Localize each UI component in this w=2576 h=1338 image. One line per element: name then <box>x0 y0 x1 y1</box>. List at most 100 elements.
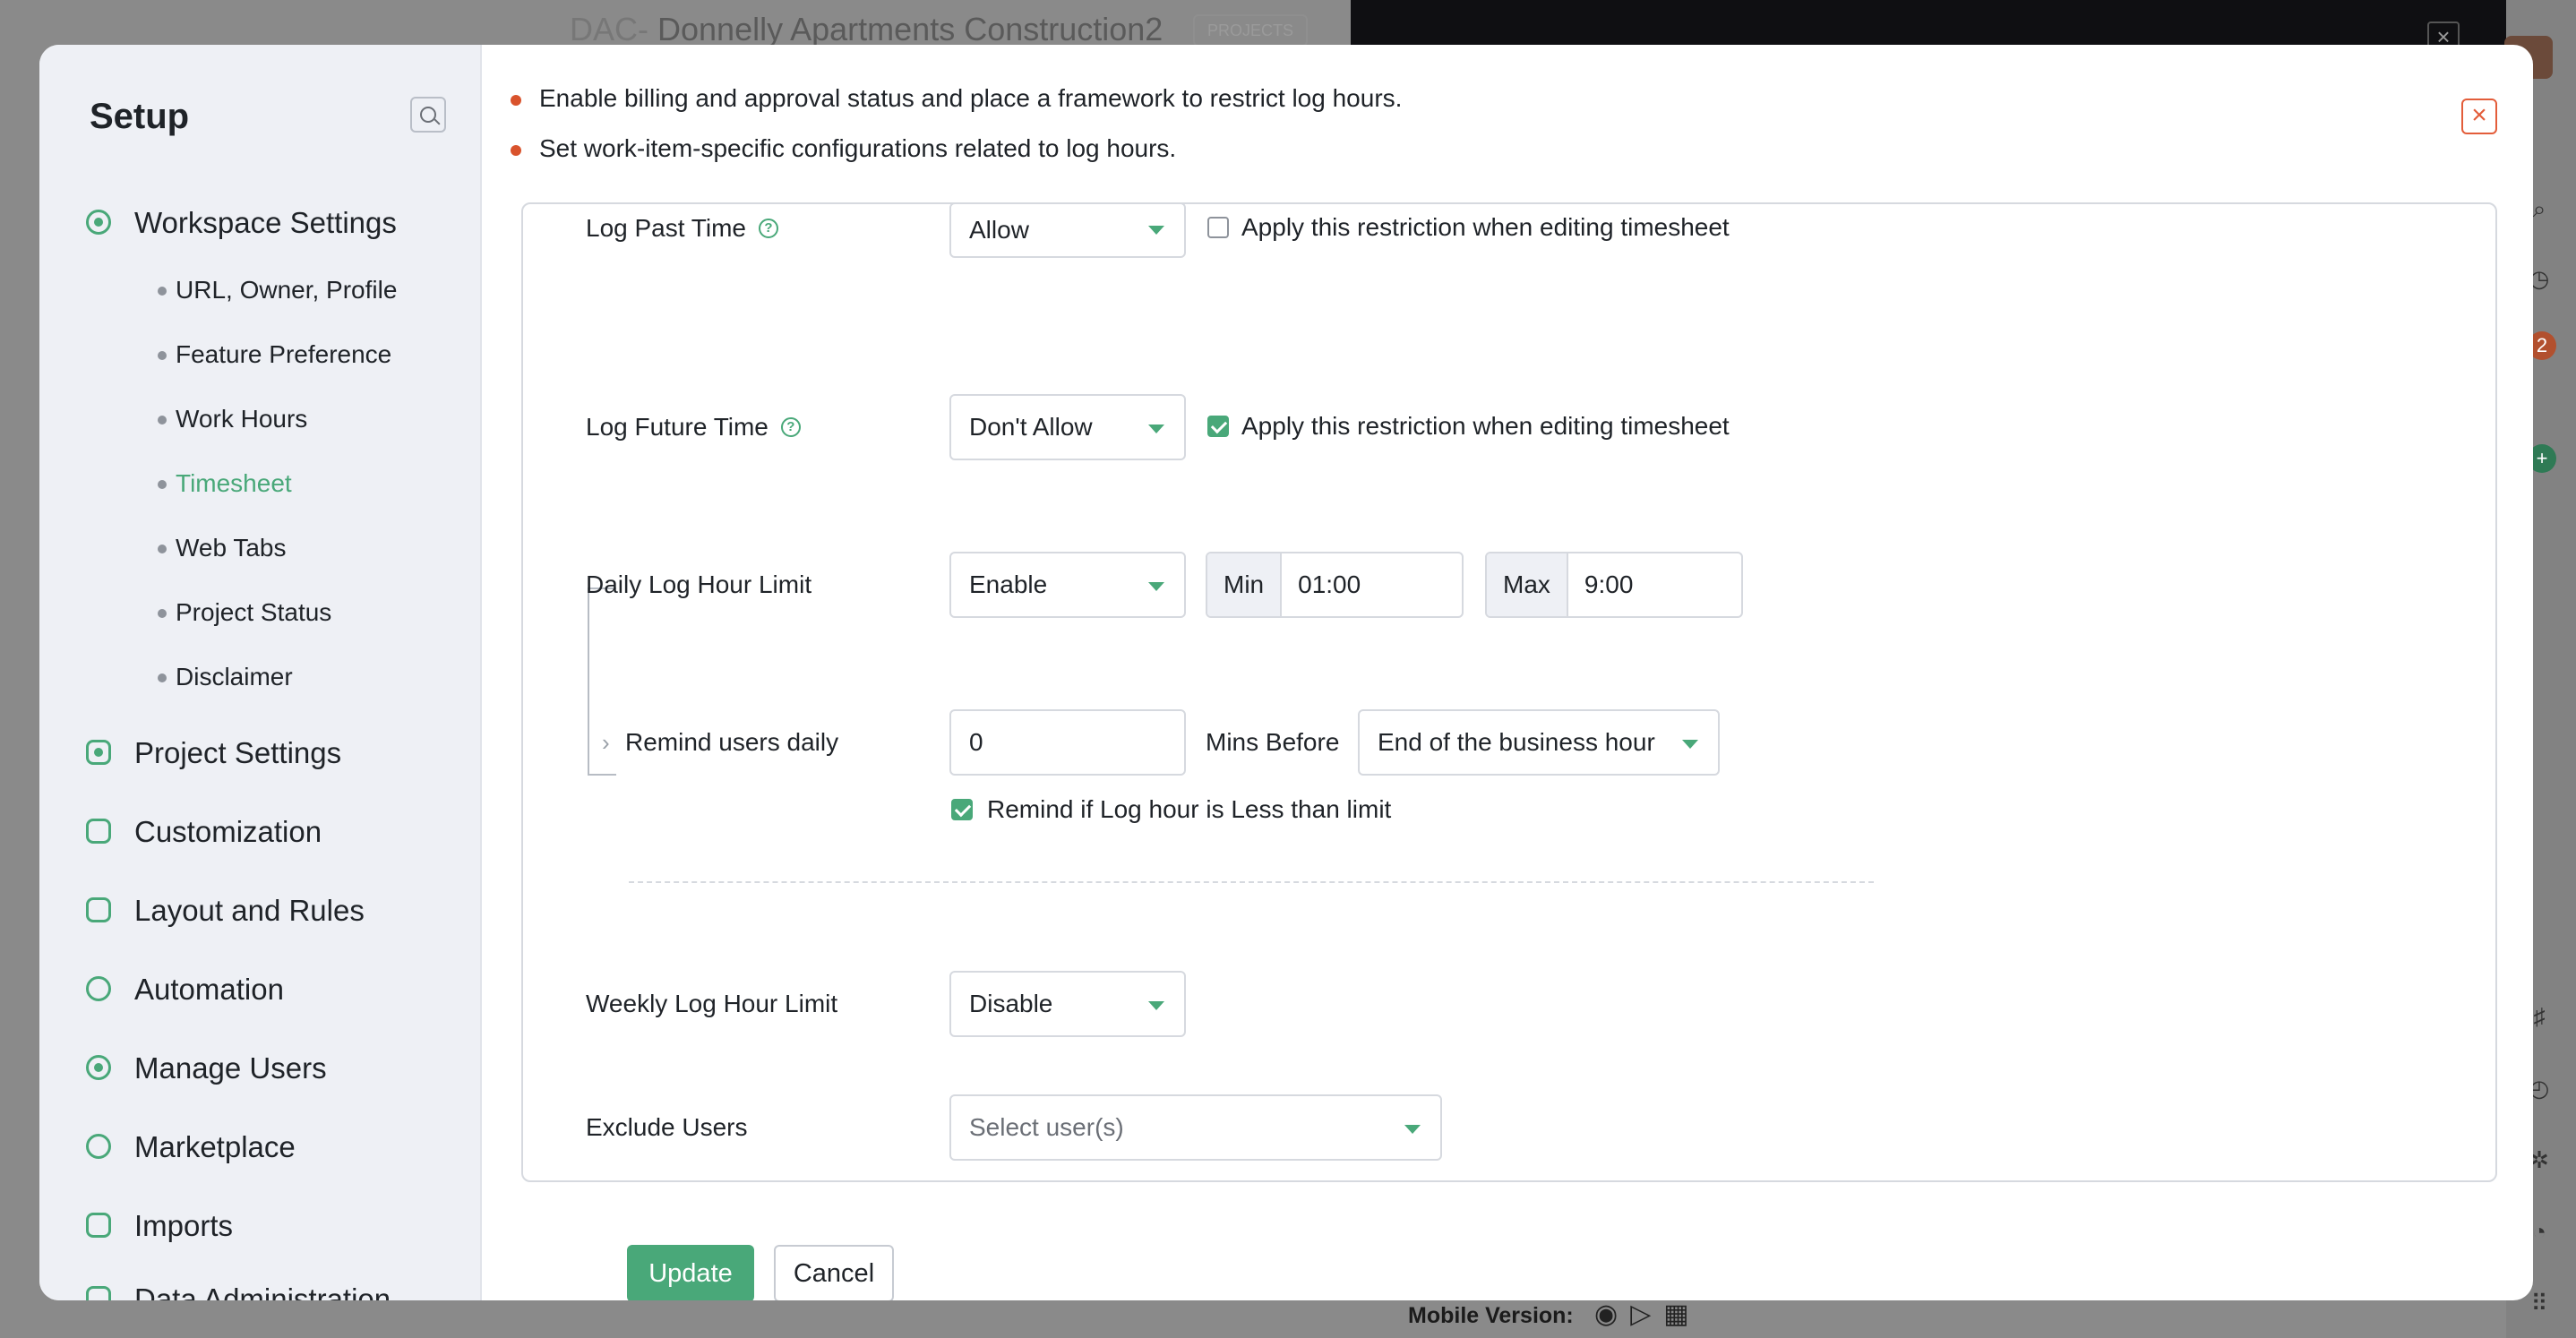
remind-less-than-limit-checkbox[interactable] <box>951 799 973 820</box>
data-admin-icon <box>84 1284 115 1300</box>
sidebar-item-work-hours[interactable]: Work Hours <box>157 401 307 437</box>
log-future-time-text: Log Future Time <box>586 413 769 441</box>
projects-badge: PROJECTS <box>1193 14 1309 47</box>
sidebar-section-workspace-settings[interactable]: Workspace Settings <box>84 202 397 244</box>
sidebar-item-label: Timesheet <box>176 469 292 497</box>
sidebar-section-manage-users[interactable]: Manage Users <box>84 1048 327 1089</box>
weekly-log-hour-limit-label: Weekly Log Hour Limit <box>586 990 838 1017</box>
setup-sidebar: Setup Workspace Settings URL, Owner, Pro… <box>39 45 482 1300</box>
help-icon[interactable]: ? <box>780 417 801 437</box>
timesheet-settings-panel <box>521 202 2497 1182</box>
log-future-time-restriction-checkbox[interactable] <box>1207 416 1229 437</box>
sidebar-item-feature-preference[interactable]: Feature Preference <box>157 337 392 373</box>
sidebar-section-label: Workspace Settings <box>134 206 397 239</box>
cancel-button[interactable]: Cancel <box>774 1245 894 1300</box>
sidebar-section-imports[interactable]: Imports <box>84 1205 233 1247</box>
sidebar-item-label: Web Tabs <box>176 534 287 562</box>
log-future-time-select[interactable]: Don't Allow <box>949 394 1186 460</box>
min-value[interactable]: 01:00 <box>1282 553 1462 616</box>
chevron-down-icon <box>1148 1001 1164 1010</box>
select-value: Allow <box>969 216 1029 244</box>
sidebar-section-data-administration[interactable]: Data Administration <box>84 1279 391 1300</box>
remind-less-than-limit-label: Remind if Log hour is Less than limit <box>987 795 1392 823</box>
apple-icon: ◉ <box>1594 1299 1631 1329</box>
sidebar-item-url-owner-profile[interactable]: URL, Owner, Profile <box>157 272 398 308</box>
play-store-icon: ▷ <box>1630 1299 1664 1329</box>
sidebar-item-web-tabs[interactable]: Web Tabs <box>157 530 287 566</box>
remind-reference-select[interactable]: End of the business hour <box>1358 709 1720 776</box>
automation-icon <box>84 974 115 1005</box>
min-label: Min <box>1207 553 1283 616</box>
max-label: Max <box>1487 553 1568 616</box>
sidebar-item-label: URL, Owner, Profile <box>176 276 398 304</box>
mobile-version-label: Mobile Version: <box>1408 1303 1574 1328</box>
project-name: Donnelly Apartments Construction2 <box>657 11 1163 47</box>
qr-code-icon: ▦ <box>1663 1299 1702 1329</box>
sidebar-section-project-settings[interactable]: Project Settings <box>84 733 341 774</box>
select-placeholder: Select user(s) <box>969 1113 1124 1141</box>
sidebar-item-label: Feature Preference <box>176 340 392 368</box>
sidebar-section-label: Imports <box>134 1209 234 1242</box>
sidebar-section-label: Automation <box>134 973 284 1006</box>
sidebar-section-label: Data Administration <box>134 1282 391 1300</box>
sidebar-section-automation[interactable]: Automation <box>84 969 284 1010</box>
daily-log-hour-limit-label: Daily Log Hour Limit <box>586 570 812 598</box>
sidebar-section-label: Marketplace <box>134 1130 296 1163</box>
imports-icon <box>84 1211 115 1241</box>
close-icon[interactable]: × <box>2461 99 2497 134</box>
chevron-down-icon <box>1682 740 1698 749</box>
exclude-users-select[interactable]: Select user(s) <box>949 1094 1442 1161</box>
mobile-app-icons: ◉▷▦ <box>1594 1299 1702 1330</box>
remind-users-daily-label: Remind users daily <box>625 728 839 756</box>
help-icon[interactable]: ? <box>758 219 778 238</box>
daily-max-field[interactable]: Max 9:00 <box>1485 552 1743 618</box>
sidebar-search-icon[interactable] <box>410 97 446 133</box>
select-value: Disable <box>969 990 1053 1017</box>
select-value: Enable <box>969 570 1048 598</box>
marketplace-icon <box>84 1132 115 1162</box>
sidebar-item-timesheet[interactable]: Timesheet <box>158 466 292 502</box>
exclude-users-label: Exclude Users <box>586 1113 748 1141</box>
select-value: Don't Allow <box>969 413 1093 441</box>
chevron-right-icon: › <box>602 729 610 756</box>
sidebar-section-layout-and-rules[interactable]: Layout and Rules <box>84 890 365 931</box>
sidebar-section-label: Layout and Rules <box>134 894 365 927</box>
sidebar-section-customization[interactable]: Customization <box>84 811 322 853</box>
layout-rules-icon <box>84 896 115 926</box>
intro-bullet: Enable billing and approval status and p… <box>510 84 1403 112</box>
log-past-time-label: Log Past Time ? <box>586 208 778 249</box>
manage-users-icon <box>84 1053 115 1084</box>
log-past-time-restriction-label: Apply this restriction when editing time… <box>1241 213 1730 241</box>
max-value[interactable]: 9:00 <box>1568 553 1741 616</box>
remind-minutes-input[interactable]: 0 <box>949 709 1186 776</box>
chevron-down-icon <box>1148 226 1164 235</box>
sidebar-title: Setup <box>90 97 190 136</box>
sidebar-item-label: Project Status <box>176 598 332 626</box>
workspace-icon <box>84 208 115 238</box>
customization-icon <box>84 817 115 847</box>
log-past-time-select[interactable]: Allow <box>949 202 1186 258</box>
log-past-time-text: Log Past Time <box>586 214 746 242</box>
mins-before-label: Mins Before <box>1206 728 1340 756</box>
sidebar-item-disclaimer[interactable]: Disclaimer <box>158 659 293 695</box>
sidebar-section-label: Manage Users <box>134 1051 327 1085</box>
chevron-down-icon <box>1148 582 1164 591</box>
setup-modal: Setup Workspace Settings URL, Owner, Pro… <box>39 45 2533 1300</box>
sidebar-section-label: Project Settings <box>134 736 342 769</box>
weekly-log-hour-limit-select[interactable]: Disable <box>949 971 1186 1037</box>
daily-log-hour-limit-select[interactable]: Enable <box>949 552 1186 618</box>
chevron-down-icon <box>1404 1125 1421 1134</box>
update-button[interactable]: Update <box>627 1245 754 1300</box>
sidebar-section-marketplace[interactable]: Marketplace <box>84 1127 296 1168</box>
select-value: End of the business hour <box>1378 728 1655 756</box>
sidebar-item-project-status[interactable]: Project Status <box>157 595 332 630</box>
project-code: DAC- <box>570 11 648 47</box>
section-divider <box>629 881 1874 883</box>
log-future-time-label: Log Future Time ? <box>586 407 801 448</box>
sidebar-section-label: Customization <box>134 815 322 848</box>
chevron-down-icon <box>1148 425 1164 433</box>
background-project-title: DAC- Donnelly Apartments Construction2 <box>570 11 1163 48</box>
log-past-time-restriction-checkbox[interactable] <box>1207 217 1229 238</box>
daily-min-field[interactable]: Min 01:00 <box>1206 552 1464 618</box>
project-settings-icon <box>84 738 115 768</box>
